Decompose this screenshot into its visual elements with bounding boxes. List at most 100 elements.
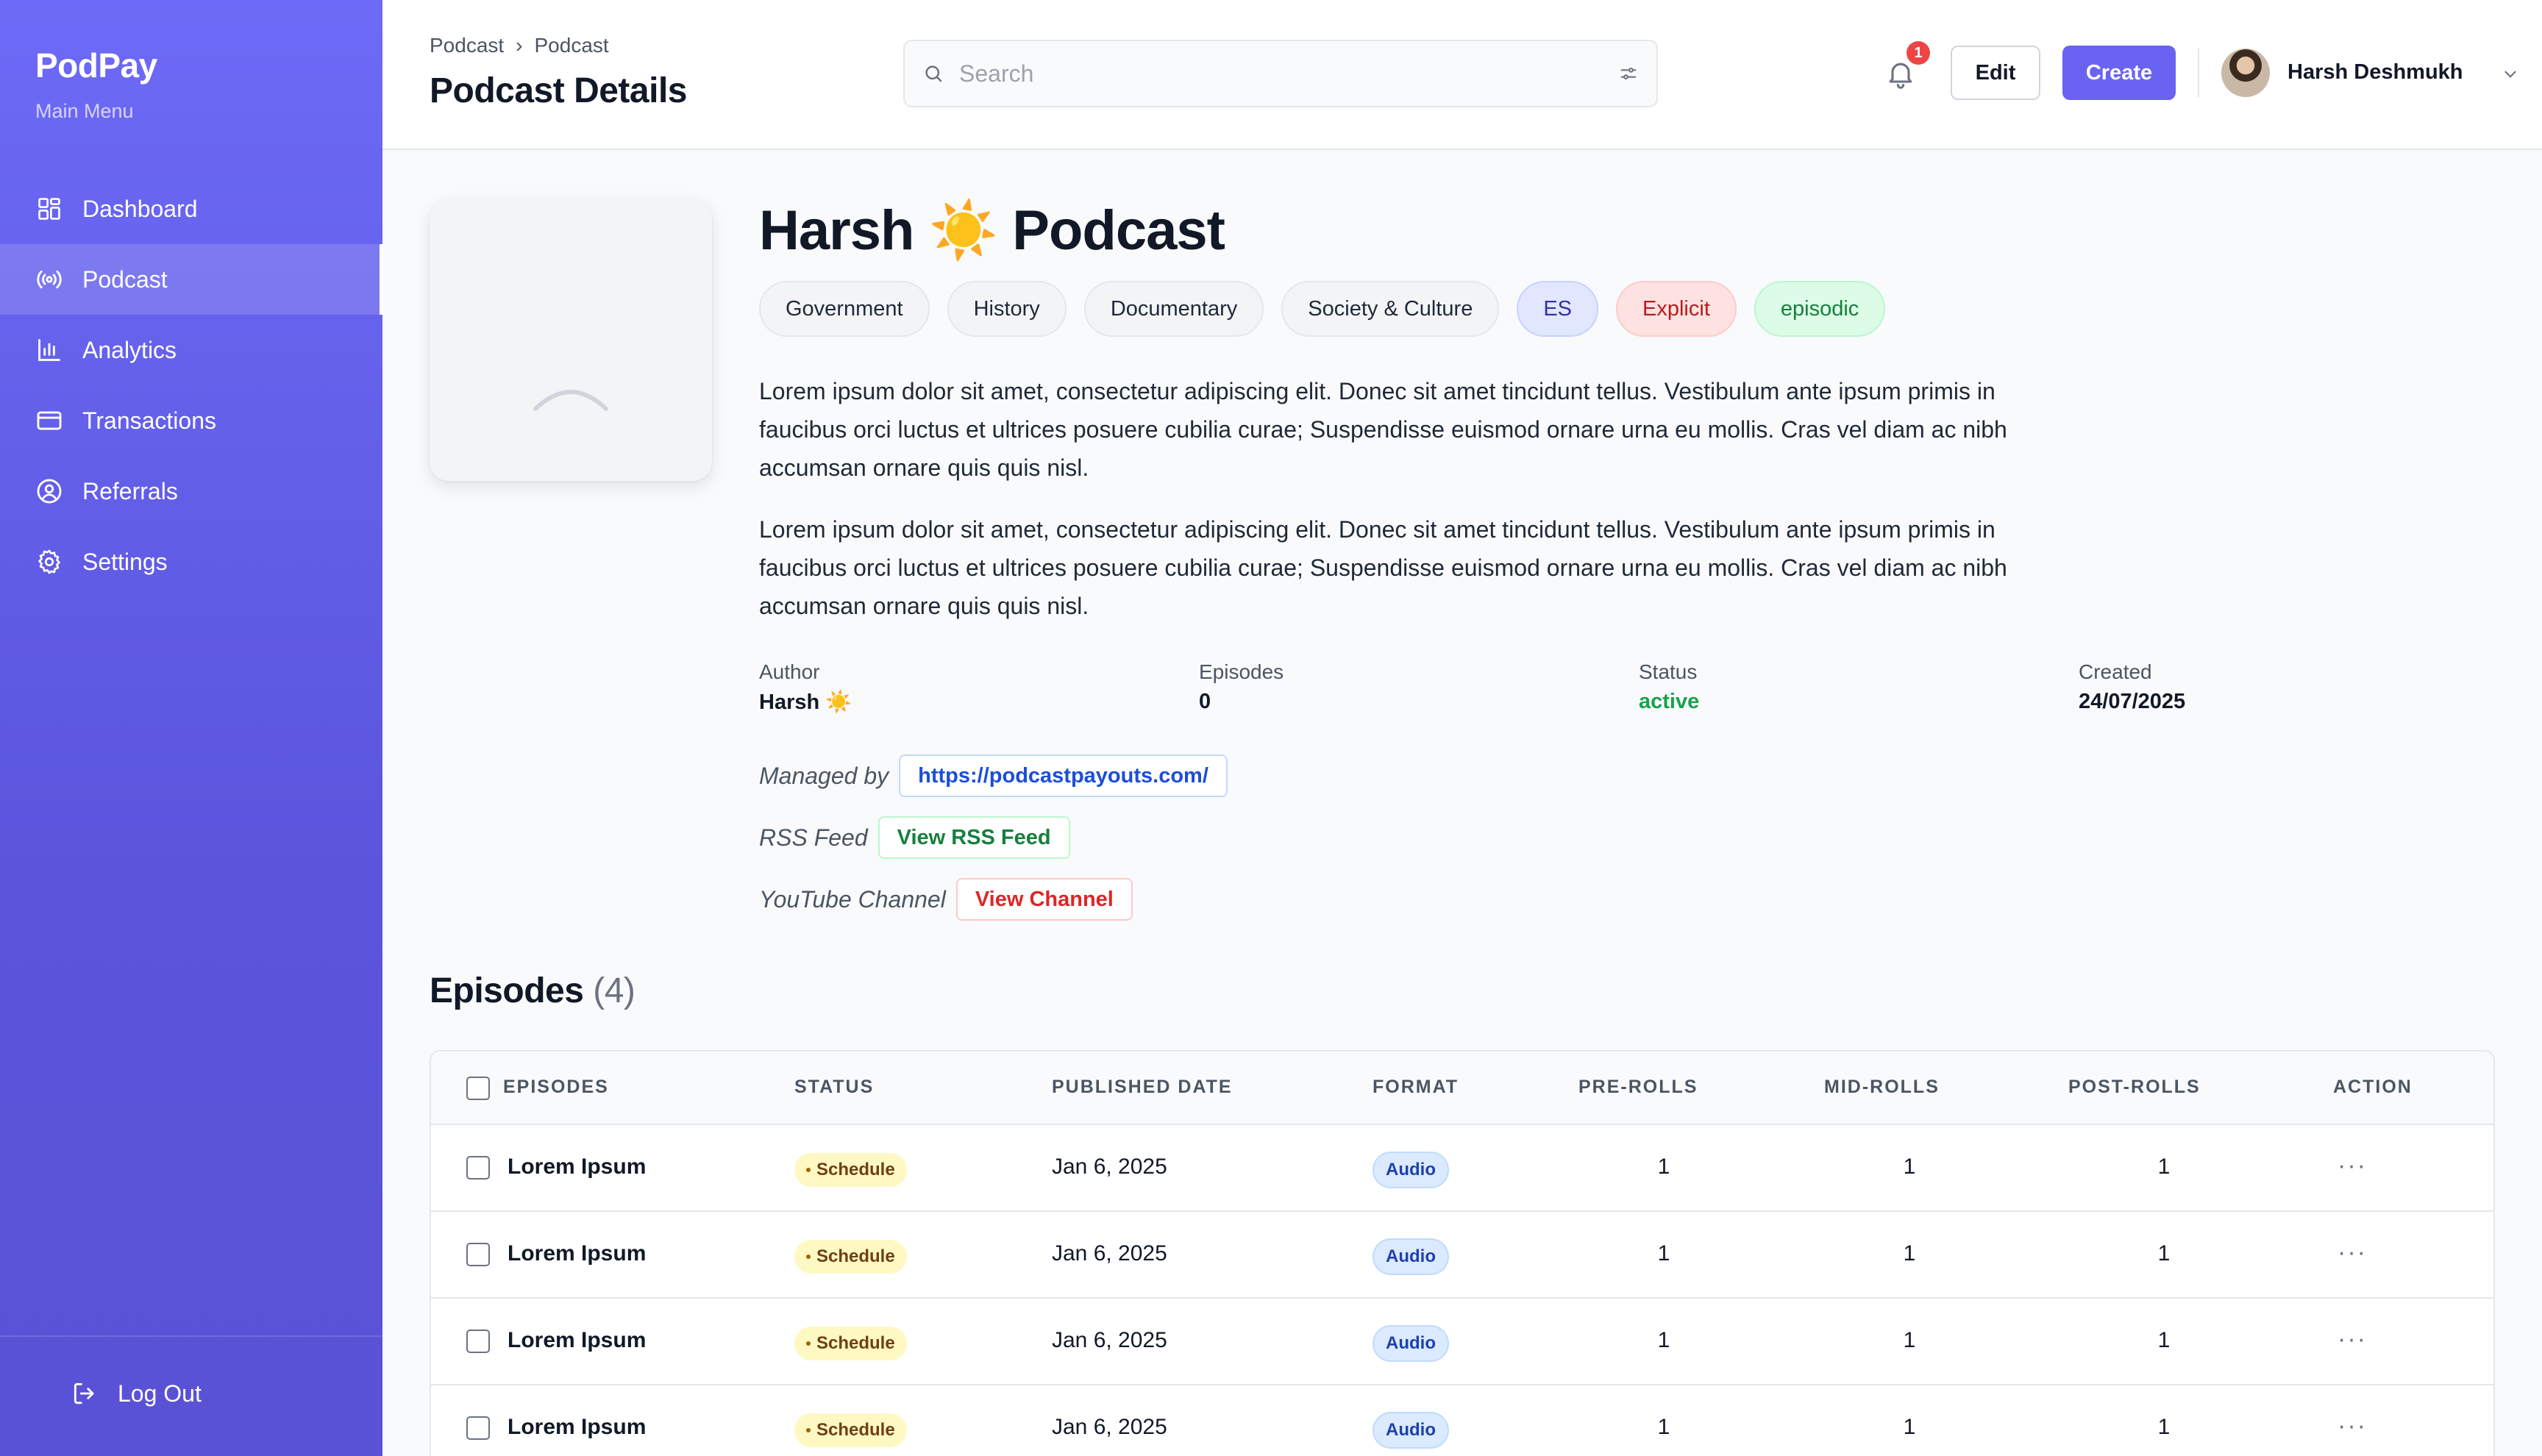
grid-icon (38, 198, 60, 220)
column-header[interactable]: POST-ROLLS (2068, 1077, 2201, 1098)
user-name[interactable]: Harsh Deshmukh (2288, 60, 2463, 85)
episode-type-chip: episodic (1754, 281, 1886, 337)
status-badge: Schedule (794, 1413, 907, 1447)
row-checkbox[interactable] (466, 1243, 490, 1266)
more-actions-icon[interactable]: ··· (2338, 1412, 2367, 1441)
episode-name[interactable]: Lorem Ipsum (508, 1328, 646, 1353)
sidebar-item-label: Podcast (82, 265, 168, 293)
search-bar[interactable] (903, 40, 1658, 107)
view-rss-feed-button[interactable]: View RSS Feed (877, 816, 1070, 859)
breadcrumb-separator-icon: › (516, 34, 523, 57)
format-badge: Audio (1373, 1412, 1449, 1449)
language-chip: ES (1517, 281, 1599, 337)
table-row[interactable]: Lorem Ipsum Schedule Jan 6, 2025 Audio 1… (431, 1125, 2493, 1212)
column-header[interactable]: PUBLISHED DATE (1052, 1077, 1233, 1098)
more-actions-icon[interactable]: ··· (2338, 1238, 2367, 1267)
episode-name[interactable]: Lorem Ipsum (508, 1415, 646, 1440)
menu-subtitle: Main Menu (35, 100, 134, 122)
sidebar-item-label: Referrals (82, 477, 178, 504)
post-rolls-value: 1 (2157, 1328, 2171, 1352)
gear-icon (38, 549, 60, 574)
row-checkbox[interactable] (466, 1416, 490, 1440)
pre-rolls-value: 1 (1657, 1155, 1670, 1179)
column-header[interactable]: STATUS (794, 1077, 874, 1098)
breadcrumb-item[interactable]: Podcast (430, 34, 504, 57)
format-badge: Audio (1373, 1152, 1449, 1188)
meta-status: Status active (1639, 660, 1699, 714)
status-dot-icon (806, 1168, 811, 1172)
status-badge: Schedule (794, 1240, 907, 1274)
logout-label: Log Out (118, 1380, 202, 1407)
logout-button[interactable]: Log Out (71, 1380, 202, 1407)
managed-by-label: Managed by (759, 762, 889, 789)
youtube-row: YouTube Channel View Channel (759, 878, 1133, 921)
column-header[interactable]: EPISODES (503, 1077, 609, 1098)
sidebar: PodPay Main Menu Dashboard Podcast Analy… (0, 0, 382, 1456)
sidebar-divider (0, 1335, 382, 1337)
top-header: Podcast › Podcast Podcast Details 1 Edit… (382, 0, 2542, 150)
episodes-count: (4) (593, 971, 636, 1010)
episodes-table: EPISODES STATUS PUBLISHED DATE FORMAT PR… (430, 1050, 2495, 1456)
managed-by-link[interactable]: https://podcastpayouts.com/ (899, 754, 1228, 797)
sidebar-item-transactions[interactable]: Transactions (0, 385, 382, 456)
sidebar-item-label: Settings (82, 548, 168, 575)
avatar[interactable] (2221, 49, 2270, 97)
column-header[interactable]: PRE-ROLLS (1578, 1077, 1698, 1098)
sidebar-item-settings[interactable]: Settings (0, 527, 382, 597)
pre-rolls-value: 1 (1657, 1328, 1670, 1352)
table-row[interactable]: Lorem Ipsum Schedule Jan 6, 2025 Audio 1… (431, 1212, 2493, 1299)
brand-logo[interactable]: PodPay (35, 46, 157, 85)
table-row[interactable]: Lorem Ipsum Schedule Jan 6, 2025 Audio 1… (431, 1385, 2493, 1456)
description-paragraph: Lorem ipsum dolor sit amet, consectetur … (759, 378, 2007, 481)
more-actions-icon[interactable]: ··· (2338, 1152, 2367, 1180)
rss-feed-row: RSS Feed View RSS Feed (759, 816, 1070, 859)
create-button[interactable]: Create (2062, 46, 2176, 100)
meta-label: Episodes (1199, 660, 1284, 683)
published-date: Jan 6, 2025 (1052, 1241, 1167, 1266)
credit-card-icon (37, 411, 62, 430)
published-date: Jan 6, 2025 (1052, 1155, 1167, 1179)
column-header[interactable]: MID-ROLLS (1824, 1077, 1940, 1098)
user-circle-icon (37, 479, 62, 504)
status-badge-label: Schedule (816, 1420, 895, 1440)
pre-rolls-value: 1 (1657, 1241, 1670, 1266)
column-header: ACTION (2333, 1077, 2413, 1097)
created-value: 24/07/2025 (2079, 690, 2186, 713)
select-all-checkbox[interactable] (466, 1077, 490, 1100)
pre-rolls-value: 1 (1657, 1415, 1670, 1439)
search-input[interactable] (959, 60, 1618, 88)
edit-button[interactable]: Edit (1951, 46, 2040, 100)
meta-label: Author (759, 660, 820, 683)
logout-icon (74, 1382, 94, 1405)
table-row[interactable]: Lorem Ipsum Schedule Jan 6, 2025 Audio 1… (431, 1299, 2493, 1385)
podcast-tags: Government History Documentary Society &… (759, 281, 1886, 337)
row-checkbox[interactable] (466, 1156, 490, 1180)
rss-feed-label: RSS Feed (759, 824, 868, 851)
sidebar-item-referrals[interactable]: Referrals (0, 456, 382, 527)
episodes-heading: Episodes (4) (430, 971, 636, 1011)
page-title: Podcast Details (430, 71, 687, 110)
mid-rolls-value: 1 (1903, 1328, 1916, 1352)
status-badge: Schedule (794, 1327, 907, 1360)
sidebar-item-analytics[interactable]: Analytics (0, 315, 382, 385)
status-badge-label: Schedule (816, 1333, 895, 1353)
managed-by-row: Managed by https://podcastpayouts.com/ (759, 754, 1228, 797)
mid-rolls-value: 1 (1903, 1241, 1916, 1266)
sidebar-item-podcast[interactable]: Podcast (0, 244, 382, 315)
meta-created: Created 24/07/2025 (2079, 660, 2185, 714)
view-channel-button[interactable]: View Channel (955, 878, 1133, 921)
sidebar-item-dashboard[interactable]: Dashboard (0, 174, 382, 244)
more-actions-icon[interactable]: ··· (2338, 1325, 2367, 1354)
episode-name[interactable]: Lorem Ipsum (508, 1155, 646, 1180)
filter-sliders-icon[interactable] (1618, 63, 1639, 84)
episode-name[interactable]: Lorem Ipsum (508, 1241, 646, 1266)
breadcrumb-item[interactable]: Podcast (535, 34, 609, 57)
status-dot-icon (806, 1428, 811, 1432)
format-badge: Audio (1373, 1238, 1449, 1275)
description-paragraph: Lorem ipsum dolor sit amet, consectetur … (759, 516, 2007, 619)
column-header[interactable]: FORMAT (1373, 1077, 1459, 1098)
search-icon (925, 65, 942, 82)
episodes-heading-label: Episodes (430, 971, 584, 1010)
row-checkbox[interactable] (466, 1330, 490, 1353)
chevron-down-icon[interactable] (2501, 65, 2520, 84)
